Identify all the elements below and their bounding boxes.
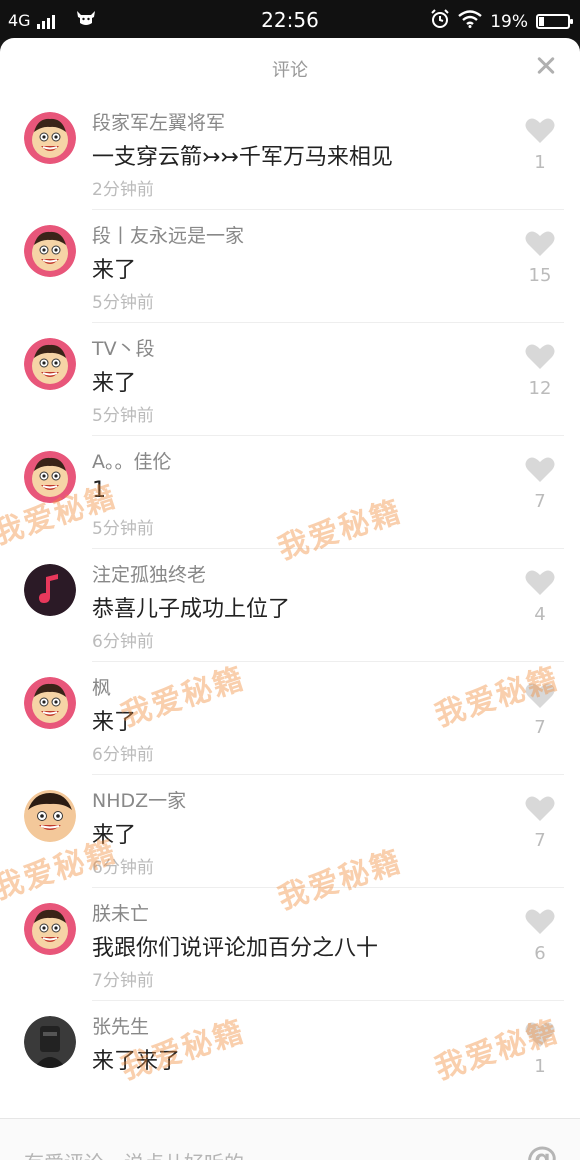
like-count: 1 bbox=[534, 152, 546, 173]
sheet-title: 评论 bbox=[272, 60, 308, 81]
comment-author[interactable]: 段丨友永远是一家 bbox=[92, 221, 244, 248]
comment-author[interactable]: A。。佳伦 bbox=[92, 447, 172, 474]
like-count: 7 bbox=[534, 717, 546, 738]
comment-item[interactable]: 段丨友永远是一家 来了 5分钟前 15 bbox=[0, 210, 580, 323]
status-bar: 4G 22:56 19% bbox=[0, 0, 580, 40]
comment-text: 来了 bbox=[92, 371, 137, 396]
like-button[interactable]: 4 bbox=[522, 569, 558, 625]
comment-input-bar[interactable]: 有爱评论，说点儿好听的~ @ bbox=[0, 1118, 580, 1160]
comment-item[interactable]: 段家军左翼将军一支穿云箭↣↣千军万马来相见 2分钟前 1 bbox=[0, 97, 580, 210]
heart-icon[interactable] bbox=[522, 682, 558, 713]
wifi-icon bbox=[458, 10, 482, 33]
like-count: 1 bbox=[534, 1056, 546, 1077]
comment-time: 6分钟前 bbox=[92, 745, 154, 765]
comment-time: 5分钟前 bbox=[92, 293, 154, 313]
heart-icon[interactable] bbox=[522, 230, 558, 261]
comment-input[interactable]: 有爱评论，说点儿好听的~ bbox=[24, 1147, 261, 1160]
comment-text: 来了 bbox=[92, 823, 137, 848]
like-button[interactable]: 1 bbox=[522, 117, 558, 173]
comment-time: 6分钟前 bbox=[92, 632, 154, 652]
avatar[interactable] bbox=[24, 677, 76, 729]
comment-text: 1 bbox=[92, 478, 106, 503]
heart-icon[interactable] bbox=[522, 908, 558, 939]
like-button[interactable]: 7 bbox=[522, 682, 558, 738]
like-count: 15 bbox=[528, 265, 552, 286]
heart-icon[interactable] bbox=[522, 117, 558, 148]
heart-icon[interactable] bbox=[522, 456, 558, 487]
comment-time: 6分钟前 bbox=[92, 858, 154, 878]
like-button[interactable]: 7 bbox=[522, 795, 558, 851]
comment-text: 一支穿云箭↣↣千军万马来相见 bbox=[92, 145, 393, 170]
close-icon[interactable] bbox=[532, 52, 560, 80]
avatar[interactable] bbox=[24, 338, 76, 390]
comment-item[interactable]: NHDZ一家 来了 6分钟前 7 bbox=[0, 775, 580, 888]
comment-sheet: 评论 段家军左翼将军一支穿云箭↣↣千军万马来相见 2分钟前 1 段丨友永远是一家 来了… bbox=[0, 38, 580, 1160]
avatar[interactable] bbox=[24, 903, 76, 955]
comment-author[interactable]: 张先生 bbox=[92, 1012, 149, 1039]
sheet-header: 评论 bbox=[0, 38, 580, 96]
comment-author[interactable]: TV丶段 bbox=[92, 334, 155, 361]
alarm-clock-icon bbox=[430, 9, 450, 34]
avatar[interactable] bbox=[24, 790, 76, 842]
battery-percent: 19% bbox=[490, 11, 528, 32]
comment-item[interactable]: 朕未亡我跟你们说评论加百分之八十 7分钟前 6 bbox=[0, 888, 580, 1001]
avatar[interactable] bbox=[24, 451, 76, 503]
mention-button[interactable]: @ bbox=[526, 1139, 558, 1160]
avatar[interactable] bbox=[24, 1016, 76, 1068]
like-button[interactable]: 12 bbox=[522, 343, 558, 399]
like-button[interactable]: 1 bbox=[522, 1021, 558, 1077]
like-button[interactable]: 6 bbox=[522, 908, 558, 964]
like-button[interactable]: 15 bbox=[522, 230, 558, 286]
like-count: 6 bbox=[534, 943, 546, 964]
like-count: 4 bbox=[534, 604, 546, 625]
music-note-icon[interactable] bbox=[24, 564, 76, 616]
comment-item[interactable]: TV丶段来了 5分钟前 12 bbox=[0, 323, 580, 436]
battery-icon bbox=[536, 14, 573, 29]
comment-text: 来了 bbox=[92, 710, 137, 735]
heart-icon[interactable] bbox=[522, 795, 558, 826]
comment-time: 7分钟前 bbox=[92, 971, 154, 991]
comment-text: 我跟你们说评论加百分之八十 bbox=[92, 936, 379, 961]
comment-item[interactable]: 张先生来了来了 1 bbox=[0, 1001, 580, 1114]
comment-author[interactable]: 注定孤独终老 bbox=[92, 560, 206, 587]
comment-list[interactable]: 段家军左翼将军一支穿云箭↣↣千军万马来相见 2分钟前 1 段丨友永远是一家 来了 5分钟… bbox=[0, 97, 580, 1114]
comment-author[interactable]: 枫 bbox=[92, 673, 111, 700]
comment-author[interactable]: NHDZ一家 bbox=[92, 786, 186, 813]
heart-icon[interactable] bbox=[522, 569, 558, 600]
comment-text: 来了来了 bbox=[92, 1049, 181, 1074]
comment-time: 5分钟前 bbox=[92, 406, 154, 426]
comment-time: 5分钟前 bbox=[92, 519, 154, 539]
avatar[interactable] bbox=[24, 112, 76, 164]
comment-item[interactable]: 枫来了 6分钟前 7 bbox=[0, 662, 580, 775]
heart-icon[interactable] bbox=[522, 343, 558, 374]
like-count: 12 bbox=[528, 378, 552, 399]
like-button[interactable]: 7 bbox=[522, 456, 558, 512]
comment-text: 来了 bbox=[92, 258, 137, 283]
comment-time: 2分钟前 bbox=[92, 180, 154, 200]
avatar[interactable] bbox=[24, 225, 76, 277]
like-count: 7 bbox=[534, 491, 546, 512]
comment-author[interactable]: 朕未亡 bbox=[92, 899, 149, 926]
heart-icon[interactable] bbox=[522, 1021, 558, 1052]
comment-item[interactable]: A。。佳伦 1 5分钟前 7 bbox=[0, 436, 580, 549]
comment-text: 恭喜儿子成功上位了 bbox=[92, 597, 291, 622]
comment-author[interactable]: 段家军左翼将军 bbox=[92, 108, 225, 135]
like-count: 7 bbox=[534, 830, 546, 851]
comment-item[interactable]: 注定孤独终老恭喜儿子成功上位了 6分钟前 4 bbox=[0, 549, 580, 662]
